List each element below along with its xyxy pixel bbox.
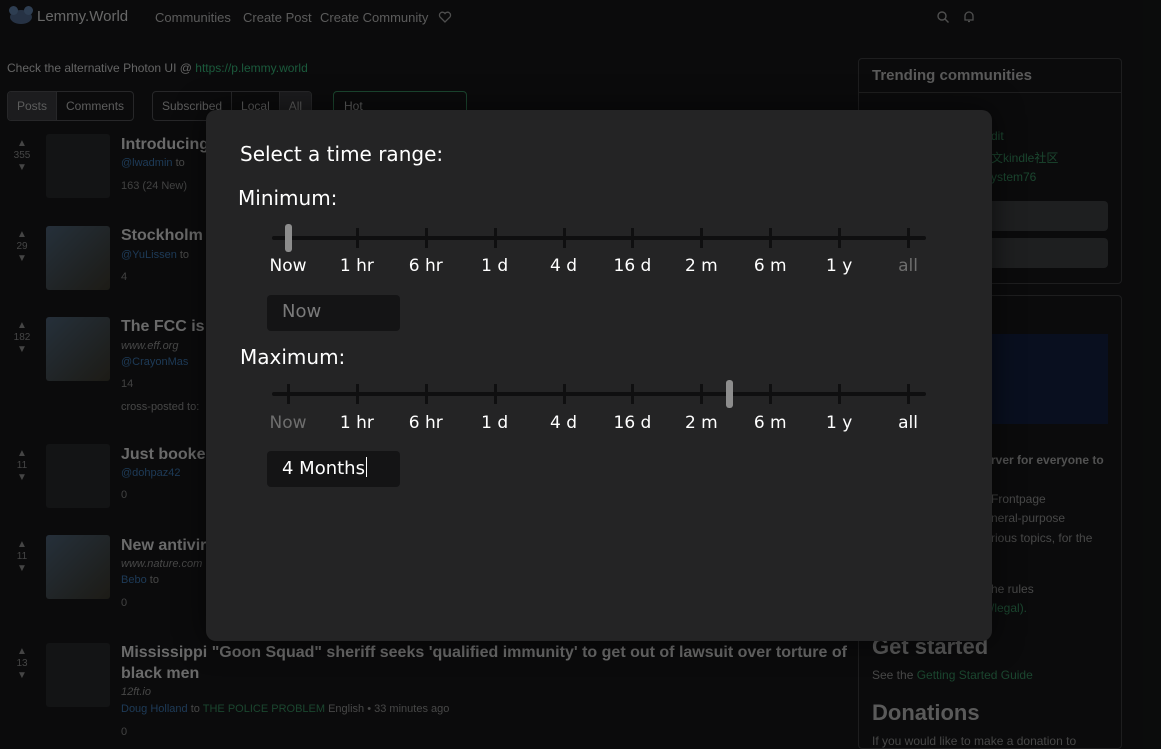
maximum-tick-mark — [287, 384, 290, 404]
text-cursor — [365, 457, 367, 477]
minimum-tick-mark — [907, 228, 910, 248]
maximum-tick-mark — [907, 384, 910, 404]
maximum-tick-mark — [424, 384, 428, 404]
maximum-tick-label[interactable]: 2 m — [685, 413, 718, 433]
maximum-value-text: 4 Months — [282, 458, 365, 479]
minimum-tick-label[interactable]: 2 m — [685, 256, 718, 276]
minimum-tick-mark — [769, 228, 773, 248]
minimum-tick-mark — [355, 228, 359, 248]
minimum-tick-mark — [838, 228, 842, 248]
maximum-tick-mark — [700, 384, 704, 404]
minimum-tick-mark — [424, 228, 428, 248]
maximum-tick-label[interactable]: 6 m — [754, 413, 787, 433]
minimum-tick-label[interactable]: 1 hr — [340, 256, 374, 276]
minimum-tick-mark — [700, 228, 704, 248]
maximum-tick-mark — [562, 384, 566, 404]
minimum-slider-track[interactable] — [272, 236, 926, 240]
maximum-tick-label[interactable]: 16 d — [614, 413, 652, 433]
maximum-tick-label[interactable]: all — [898, 413, 918, 433]
minimum-tick-label[interactable]: 6 m — [754, 256, 787, 276]
maximum-slider[interactable] — [272, 374, 926, 414]
maximum-tick-label[interactable]: 4 d — [550, 413, 577, 433]
modal-title: Select a time range: — [240, 142, 444, 166]
maximum-tick-label[interactable]: 6 hr — [409, 413, 443, 433]
maximum-tick-mark — [493, 384, 497, 404]
maximum-tick-mark — [769, 384, 773, 404]
maximum-tick-mark — [355, 384, 359, 404]
maximum-tick-mark — [838, 384, 842, 404]
maximum-tick-label[interactable]: Now — [269, 413, 306, 433]
minimum-tick-label[interactable]: 16 d — [614, 256, 652, 276]
maximum-tick-label[interactable]: 1 hr — [340, 413, 374, 433]
minimum-tick-label[interactable]: all — [898, 256, 918, 276]
maximum-slider-handle[interactable] — [725, 380, 733, 408]
minimum-tick-label[interactable]: 6 hr — [409, 256, 443, 276]
maximum-value-field[interactable]: 4 Months — [267, 451, 400, 487]
minimum-slider[interactable] — [272, 218, 926, 258]
minimum-tick-mark — [493, 228, 497, 248]
minimum-tick-mark — [631, 228, 635, 248]
maximum-tick-label[interactable]: 1 d — [481, 413, 508, 433]
maximum-tick-mark — [631, 384, 635, 404]
minimum-tick-label[interactable]: 1 d — [481, 256, 508, 276]
time-range-modal: Select a time range: Minimum: Now Maximu… — [206, 110, 992, 641]
maximum-label: Maximum: — [240, 345, 346, 369]
minimum-tick-label[interactable]: Now — [269, 256, 306, 276]
maximum-tick-label[interactable]: 1 y — [826, 413, 852, 433]
minimum-tick-label[interactable]: 1 y — [826, 256, 852, 276]
minimum-label: Minimum: — [238, 186, 338, 210]
minimum-tick-label[interactable]: 4 d — [550, 256, 577, 276]
minimum-tick-mark — [562, 228, 566, 248]
minimum-value-field[interactable]: Now — [267, 295, 400, 331]
maximum-slider-track[interactable] — [272, 392, 926, 396]
minimum-slider-handle[interactable] — [285, 224, 292, 252]
